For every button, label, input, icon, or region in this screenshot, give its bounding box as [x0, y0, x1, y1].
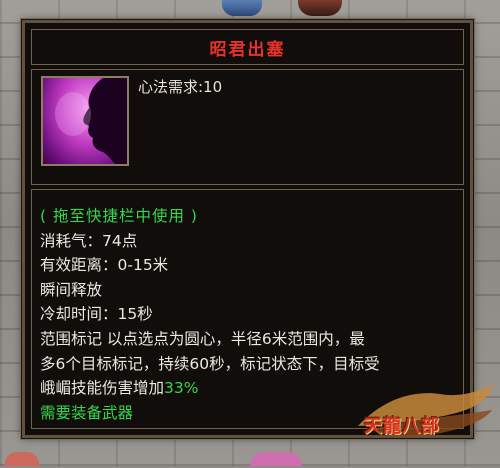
background-character: [5, 452, 39, 466]
bonus-value: 33%: [164, 379, 199, 398]
usage-hint: ( 拖至快捷栏中使用 ): [40, 207, 198, 225]
background-character: [222, 0, 262, 16]
background-character: [250, 452, 302, 466]
game-logo: 天龍八部: [352, 380, 498, 464]
stat-line: 瞬间释放: [40, 280, 103, 299]
stat-line: 冷却时间：15秒: [40, 305, 153, 324]
skill-info-panel: 心法需求:10: [31, 69, 464, 185]
logo-text: 天龍八部: [364, 416, 440, 437]
description-line: 多6个目标标记，持续60秒，标记状态下，目标受: [40, 354, 380, 373]
stat-line: 有效距离：0-15米: [40, 256, 169, 275]
stat-line: 消耗气：74点: [40, 231, 138, 250]
skill-tooltip: 昭君出塞 心法需求:10 ( 拖至快捷栏中使用 ) 消耗气：74点 有效距离：0…: [22, 20, 473, 438]
skill-name: 昭君出塞: [209, 39, 286, 60]
tooltip-title-bar: 昭君出塞: [31, 29, 464, 65]
description-text: 峨嵋技能伤害增加: [40, 379, 165, 398]
requirement-text: 心法需求:10: [138, 78, 223, 96]
background-character: [298, 0, 342, 16]
silhouette-face-icon[interactable]: [41, 76, 129, 166]
description-line: 范围标记 以点选点为圆心，半径6米范围内，最: [40, 329, 365, 348]
